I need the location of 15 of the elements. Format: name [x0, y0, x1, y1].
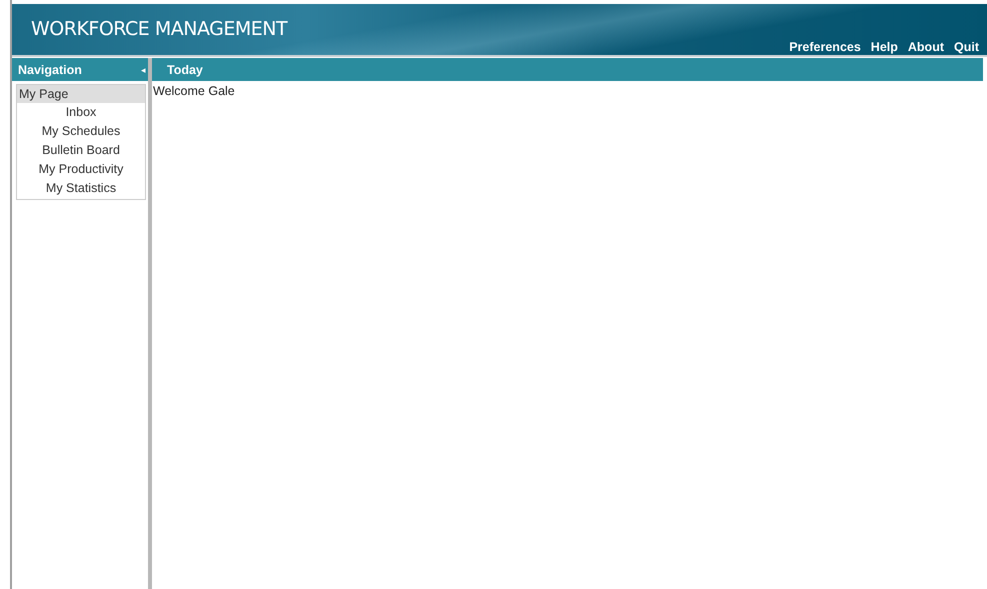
- header-link[interactable]: Preferences: [789, 40, 861, 54]
- header-link[interactable]: Help: [870, 40, 898, 54]
- nav-subitem[interactable]: Inbox: [17, 103, 145, 122]
- header-link[interactable]: Quit: [954, 40, 979, 54]
- welcome-text: Welcome Gale: [152, 83, 236, 100]
- app-title: WORKFORCE MANAGEMENT: [31, 18, 288, 40]
- header-link[interactable]: About: [908, 40, 944, 54]
- nav-subitem[interactable]: My Productivity: [17, 160, 145, 179]
- panel-title: Today: [167, 62, 203, 76]
- nav-subitem[interactable]: My Schedules: [17, 122, 145, 141]
- collapse-icon[interactable]: ◂: [141, 64, 146, 74]
- nav-item[interactable]: My Page: [17, 85, 145, 103]
- nav-subitem[interactable]: My Statistics: [17, 179, 145, 198]
- nav-subitem[interactable]: Bulletin Board: [17, 141, 145, 160]
- panel-title: Navigation: [18, 62, 82, 76]
